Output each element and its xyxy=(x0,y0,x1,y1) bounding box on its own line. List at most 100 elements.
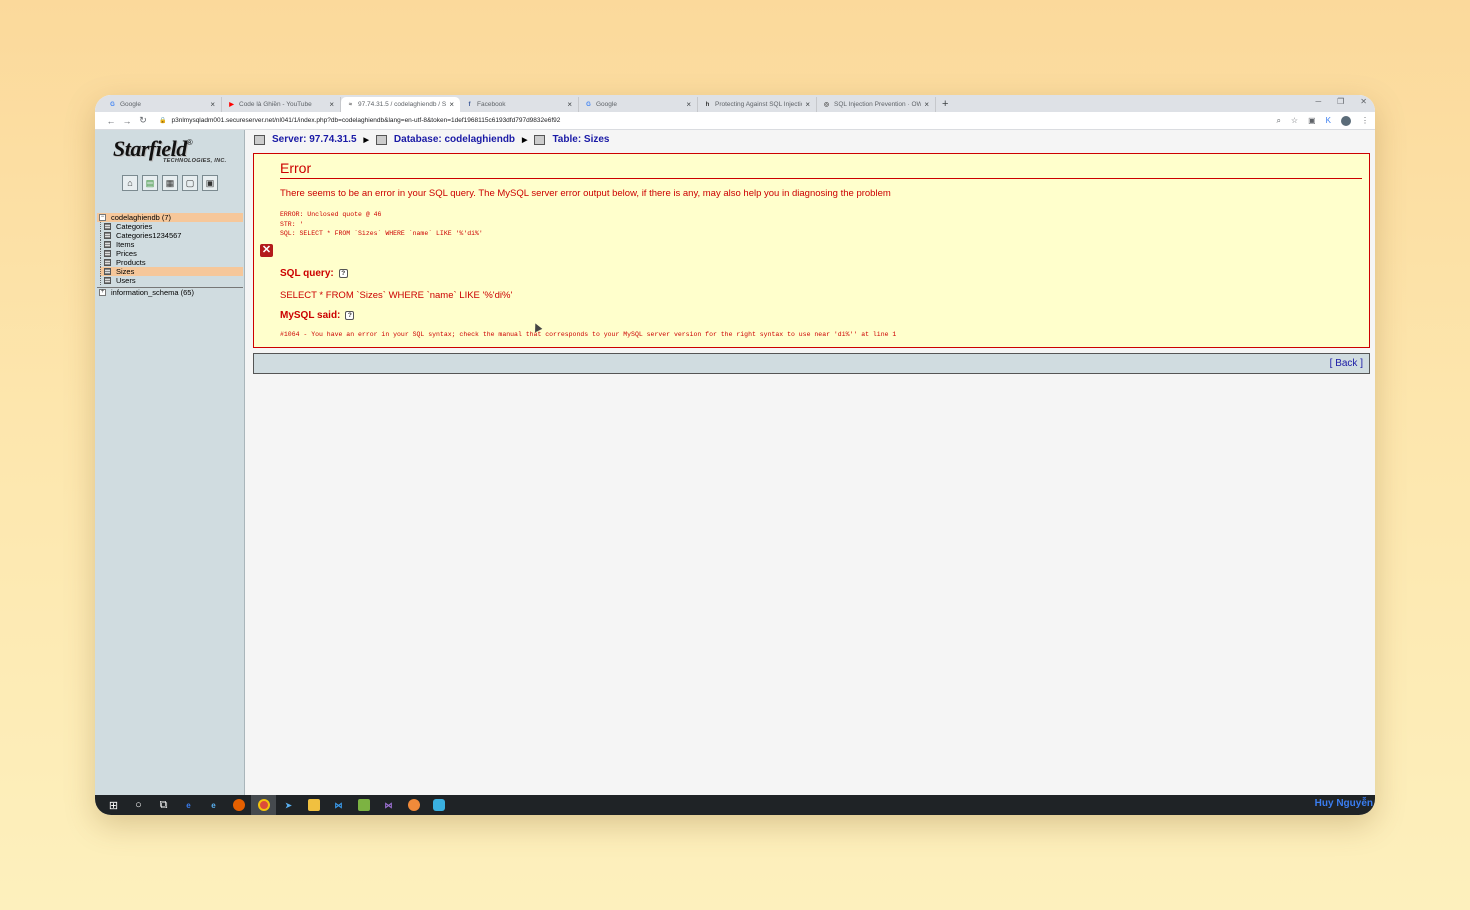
star-icon[interactable]: ☆ xyxy=(1291,116,1298,125)
minimize-icon[interactable]: ─ xyxy=(1315,97,1321,106)
db-label: codelaghiendb (7) xyxy=(111,213,172,222)
table-label: Products xyxy=(116,258,146,267)
edge-icon[interactable]: e xyxy=(176,795,201,815)
tab-close-icon[interactable]: × xyxy=(329,100,334,109)
ie-icon[interactable]: e xyxy=(201,795,226,815)
extension-icon-2[interactable]: K xyxy=(1326,116,1331,125)
android-studio-icon[interactable] xyxy=(351,795,376,815)
table-label: Users xyxy=(116,276,136,285)
address-bar[interactable]: 🔒 p3nlmysqladm001.secureserver.net/nl041… xyxy=(159,117,1239,124)
restore-icon[interactable]: ❐ xyxy=(1337,97,1344,106)
sublime-icon[interactable] xyxy=(401,795,426,815)
table-label: Prices xyxy=(116,249,137,258)
database-icon xyxy=(375,134,387,145)
back-bar: [ Back ] xyxy=(253,353,1370,374)
tab-favicon-icon: ▶ xyxy=(229,102,234,108)
error-box: Error There seems to be an error in your… xyxy=(253,153,1370,348)
browser-tab[interactable]: f Facebook × xyxy=(460,97,579,112)
vscode-icon[interactable]: ⋈ xyxy=(326,795,351,815)
tab-favicon-icon: G xyxy=(110,101,115,108)
tab-title: 97.74.31.5 / codelaghiendb / Si... xyxy=(358,101,447,108)
extension-icon[interactable]: ▣ xyxy=(1308,116,1316,125)
app-icon-2[interactable] xyxy=(426,795,451,815)
tab-title: Code là Ghiền - YouTube xyxy=(239,101,312,108)
table-icon xyxy=(104,277,111,284)
query-window-icon[interactable]: ▤ xyxy=(142,175,158,191)
sidebar-table-item[interactable]: Categories1234567 xyxy=(100,231,243,240)
table-label: Items xyxy=(116,240,135,249)
sql-query-label: SQL query: xyxy=(280,268,334,279)
tab-title: Facebook xyxy=(477,101,506,108)
app-icon[interactable]: ➤ xyxy=(276,795,301,815)
help-icon[interactable]: ▣ xyxy=(202,175,218,191)
tab-close-icon[interactable]: × xyxy=(567,100,572,109)
forward-arrow-icon[interactable]: → xyxy=(119,116,135,126)
help-icon[interactable]: ? xyxy=(338,269,348,278)
sidebar-table-item[interactable]: Categories xyxy=(100,222,243,231)
tab-favicon-icon: G xyxy=(586,101,591,108)
tab-close-icon[interactable]: × xyxy=(686,100,691,109)
home-icon[interactable]: ⌂ xyxy=(122,175,138,191)
back-link[interactable]: [ Back ] xyxy=(1330,358,1363,369)
starfield-logo[interactable]: Starfield® TECHNOLOGIES, INC. xyxy=(113,138,233,168)
windows-start-icon[interactable]: ⊞ xyxy=(101,795,126,815)
url-text: p3nlmysqladm001.secureserver.net/nl041/1… xyxy=(171,117,561,124)
table-icon xyxy=(104,241,111,248)
arrow-right-icon: ▶ xyxy=(363,136,369,144)
chrome-icon[interactable] xyxy=(251,795,276,815)
tab-close-icon[interactable]: × xyxy=(210,100,215,109)
tab-favicon-icon: ◎ xyxy=(823,102,830,108)
sidebar-table-item[interactable]: Products xyxy=(100,258,243,267)
help-icon[interactable]: ? xyxy=(345,311,355,320)
tab-favicon-icon: h xyxy=(705,101,710,108)
browser-tab[interactable]: h Protecting Against SQL Injection × xyxy=(698,97,817,112)
browser-tab[interactable]: G Google × xyxy=(103,97,222,112)
taskbar: ⊞ ○ ⧉ e e ➤ ⋈ ⋈ Huy Nguyễn xyxy=(95,795,1375,815)
sidebar-table-item[interactable]: Sizes xyxy=(100,267,243,276)
error-details: ERROR: Unclosed quote @ 46 STR: ' SQL: S… xyxy=(280,211,483,237)
tab-title: Protecting Against SQL Injection xyxy=(715,101,803,108)
tab-strip: G Google × ▶ Code là Ghiền - YouTube × ≈97.74.… xyxy=(95,95,1375,112)
sidebar-table-item[interactable]: Prices xyxy=(100,249,243,258)
search-icon[interactable]: ○ xyxy=(126,795,151,815)
new-tab-button[interactable]: + xyxy=(942,97,948,112)
database-tree: − codelaghiendb (7) Categories Categories… xyxy=(97,213,243,297)
browser-tab[interactable]: ◎ SQL Injection Prevention · OWA...× xyxy=(817,97,936,112)
expand-icon[interactable]: + xyxy=(99,289,106,296)
table-label: Categories1234567 xyxy=(116,231,182,240)
table-icon xyxy=(534,134,546,145)
mysql-said-label: MySQL said: xyxy=(280,310,341,321)
sidebar-table-item[interactable]: Users xyxy=(100,276,243,285)
profile-avatar[interactable] xyxy=(1341,115,1351,126)
tab-close-icon[interactable]: × xyxy=(449,100,454,109)
back-arrow-icon[interactable]: ← xyxy=(103,116,119,126)
breadcrumb-database[interactable]: Database: codelaghiendb xyxy=(394,134,515,145)
browser-tab[interactable]: G Google × xyxy=(579,97,698,112)
sidebar-table-item[interactable]: Items xyxy=(100,240,243,249)
browser-tab[interactable]: ≈97.74.31.5 / codelaghiendb / Si... × xyxy=(341,97,460,112)
collapse-icon[interactable]: − xyxy=(99,214,106,221)
table-icon xyxy=(104,223,111,230)
menu-icon[interactable]: ⋮ xyxy=(1361,116,1369,125)
firefox-icon[interactable] xyxy=(226,795,251,815)
tab-close-icon[interactable]: × xyxy=(805,100,810,109)
db-information-schema[interactable]: + information_schema (65) xyxy=(97,288,243,297)
phpmyadmin-sidebar: Starfield® TECHNOLOGIES, INC. ⌂ ▤ ▦ ▢ ▣ … xyxy=(95,130,245,795)
visual-studio-icon[interactable]: ⋈ xyxy=(376,795,401,815)
table-list: Categories Categories1234567 Items Prices Pr… xyxy=(97,222,243,285)
browser-tab[interactable]: ▶ Code là Ghiền - YouTube × xyxy=(222,97,341,112)
zoom-icon[interactable]: ⌕ xyxy=(1276,116,1280,126)
error-intro: There seems to be an error in your SQL q… xyxy=(280,188,891,199)
tab-close-icon[interactable]: × xyxy=(924,100,929,109)
file-explorer-icon[interactable] xyxy=(301,795,326,815)
breadcrumb-table[interactable]: Table: Sizes xyxy=(552,134,609,145)
sql-icon[interactable]: ▦ xyxy=(162,175,178,191)
tab-favicon-icon: f xyxy=(468,101,471,108)
breadcrumb-server[interactable]: Server: 97.74.31.5 xyxy=(272,134,357,145)
close-icon[interactable]: ✕ xyxy=(1360,97,1367,106)
browser-window: G Google × ▶ Code là Ghiền - YouTube × ≈97.74.… xyxy=(95,95,1375,815)
task-view-icon[interactable]: ⧉ xyxy=(151,795,176,815)
docs-icon[interactable]: ▢ xyxy=(182,175,198,191)
db-codelaghiendb[interactable]: − codelaghiendb (7) xyxy=(97,213,243,222)
reload-icon[interactable]: ↻ xyxy=(135,115,151,126)
